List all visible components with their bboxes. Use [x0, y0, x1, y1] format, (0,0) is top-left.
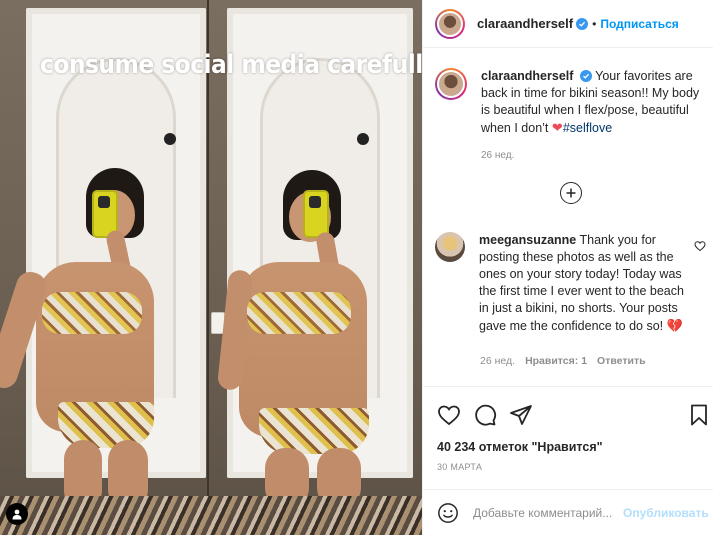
- comment-timestamp[interactable]: 26 нед.: [480, 355, 515, 367]
- bikini-top: [247, 292, 351, 334]
- avatar[interactable]: [435, 68, 467, 100]
- post-date[interactable]: 30 МАРТА: [437, 462, 482, 472]
- bookmark-icon[interactable]: [687, 403, 711, 427]
- bikini-bottom: [58, 402, 154, 448]
- comment-username[interactable]: meegansuzanne: [479, 233, 576, 247]
- door-knob: [164, 133, 176, 145]
- comment-meta: 26 нед. Нравится: 1 Ответить: [480, 355, 646, 367]
- door-knob: [357, 133, 369, 145]
- bikini-top: [42, 292, 142, 334]
- post-comment-button[interactable]: Опубликовать: [623, 506, 709, 520]
- header-username[interactable]: claraandherself: [477, 16, 573, 31]
- separator-dot: •: [592, 16, 597, 31]
- comment-text: meegansuzanne Thank you for posting thes…: [479, 232, 691, 335]
- heart-outline-icon[interactable]: [694, 240, 706, 252]
- bikini-bottom: [259, 408, 369, 454]
- caption-timestamp[interactable]: 26 нед.: [481, 150, 514, 161]
- post-caption: claraandherself Your favorites are back …: [435, 68, 705, 137]
- user-tag-icon: [12, 509, 22, 520]
- comment-input[interactable]: [473, 505, 623, 520]
- avatar[interactable]: [435, 232, 465, 262]
- red-heart-emoji: ❤: [551, 120, 563, 135]
- action-bar: [423, 386, 713, 441]
- marble-countertop: [0, 496, 422, 535]
- phone: [303, 190, 329, 238]
- verified-badge-icon: [579, 70, 592, 82]
- reply-button[interactable]: Ответить: [597, 355, 646, 367]
- caption-text: claraandherself Your favorites are back …: [481, 68, 705, 137]
- paper-plane-icon[interactable]: [509, 403, 533, 427]
- caption-username[interactable]: claraandherself: [481, 69, 573, 83]
- comment-likes[interactable]: Нравится: 1: [525, 355, 587, 367]
- heart-outline-icon[interactable]: [437, 403, 461, 427]
- verified-badge-icon: [576, 17, 589, 30]
- photo-overlay-text: consume social media carefully: [40, 50, 422, 80]
- speech-bubble-icon[interactable]: [473, 403, 497, 427]
- comment-item: meegansuzanne Thank you for posting thes…: [435, 232, 710, 335]
- hashtag-link[interactable]: #selflove: [563, 121, 612, 135]
- smiley-icon[interactable]: [437, 502, 459, 524]
- follow-button[interactable]: Подписаться: [600, 17, 678, 31]
- broken-heart-emoji: 💔: [666, 318, 683, 333]
- comment-body: Thank you for posting these photos as we…: [479, 233, 684, 333]
- post-side-panel: claraandherself • Подписаться claraandhe…: [422, 0, 713, 535]
- after-photo-half: [209, 0, 422, 535]
- avatar[interactable]: [435, 8, 465, 39]
- post-photo[interactable]: consume social media carefully: [0, 0, 422, 535]
- add-comment-bar: Опубликовать: [423, 489, 713, 535]
- plus-circle-icon: [566, 188, 576, 198]
- tag-button[interactable]: [6, 503, 28, 525]
- before-photo-half: [0, 0, 207, 535]
- post-header: claraandherself • Подписаться: [423, 0, 713, 48]
- likes-count[interactable]: 40 234 отметок "Нравится": [437, 440, 603, 454]
- load-more-comments-button[interactable]: [560, 182, 582, 204]
